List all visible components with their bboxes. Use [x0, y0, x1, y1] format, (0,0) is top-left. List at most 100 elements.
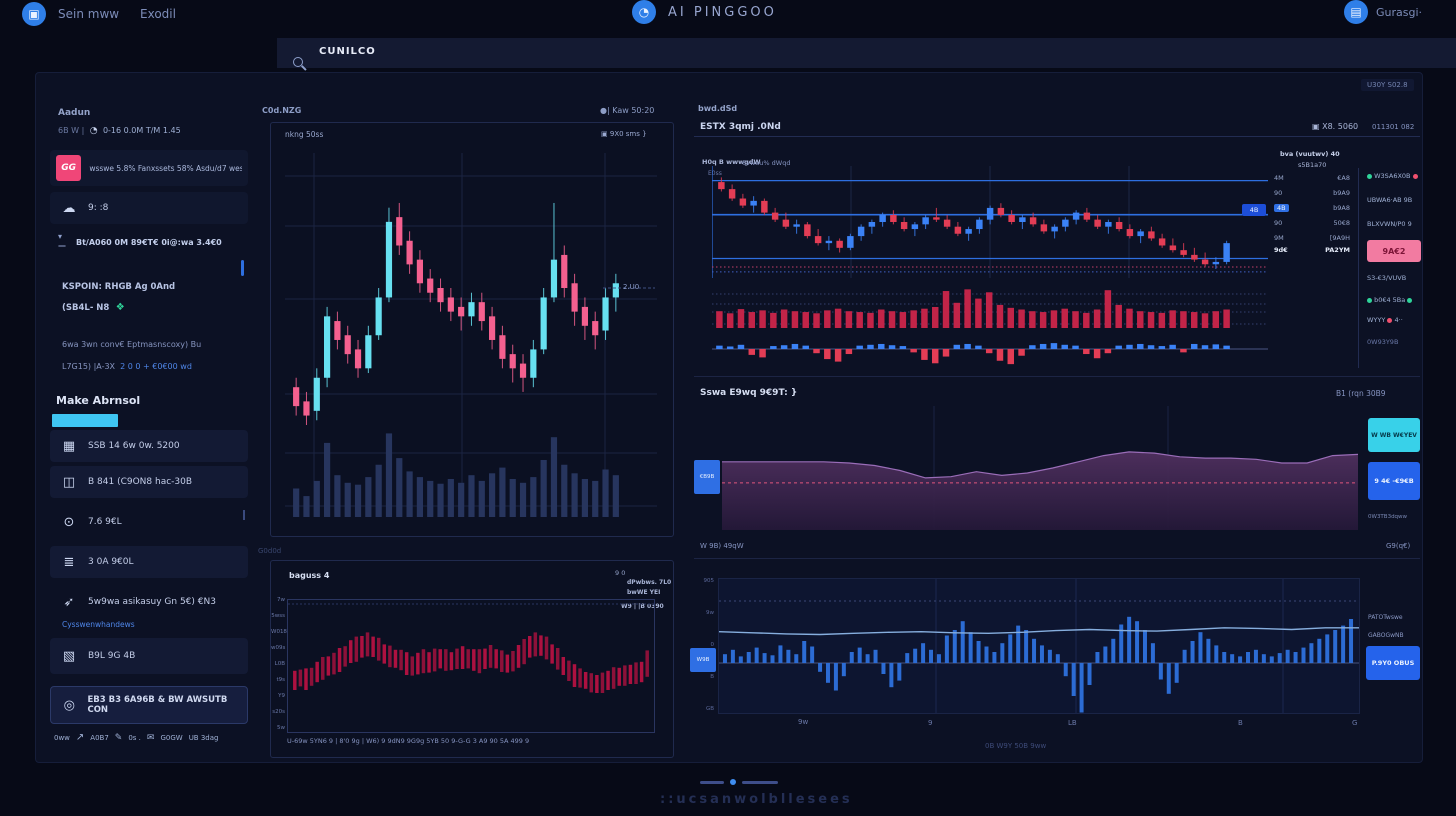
footer-item-1[interactable]: 0ww — [54, 734, 70, 742]
alert-text: wsswe 5.8% Fanxssets 58% Asdu/d7 wes. — [89, 164, 242, 173]
header-bar: ▣ Sein mww Exodil ◔ AI PINGGOO ▤ Gurasgi… — [0, 0, 1456, 28]
rm-cyan-button[interactable]: W WB W€YEV — [1368, 418, 1420, 452]
green-dot-icon — [1367, 174, 1372, 179]
nav-item-2[interactable]: Exodil — [140, 7, 176, 21]
building-icon: ▦ — [60, 439, 78, 454]
rt-price-scale: 4M€A8 90b9A9 4Bb9A8 9050€8 9M[9A9H 9d€PA… — [1274, 174, 1350, 254]
sidebar-item-image[interactable]: ▧ B9L 9G 4B — [50, 638, 248, 674]
mid-osc-right-3: bwWE YEI — [627, 589, 660, 596]
camera-icon: ▣ — [601, 130, 608, 138]
rm-right-label: B1 (rqn 30B9 — [1336, 389, 1386, 398]
rt-scale-header-2: s5B1a70 — [1298, 161, 1326, 169]
mid-candlestick-chart[interactable] — [285, 143, 657, 521]
rocket-icon: ➶ — [60, 595, 78, 610]
expander-label: Bt/A060 0M 89€T€ 0i@:wa 3.4€0 — [76, 232, 222, 250]
footer-item-2[interactable]: A0B7 — [90, 734, 109, 742]
rt-legend: W3SA6X0B UBWA6·AB 9B BLXVWN/P0 9 9A€2 S3… — [1358, 168, 1429, 368]
sidebar-section-label: Aadun — [58, 108, 90, 118]
rm-left-chip[interactable]: €B9B — [694, 460, 720, 494]
rt-histogram-chart[interactable] — [712, 286, 1268, 330]
green-dot-icon — [1367, 298, 1372, 303]
play-icon: ●| — [600, 106, 610, 115]
sidebar-item-rocket[interactable]: ➶ 5w9wa asikasuy Gn 5€) €N3 — [50, 586, 248, 618]
sidebar-line-2: (SB4L- N8 ❖ — [62, 302, 125, 313]
rb-right-text-1: PATOTwswe — [1368, 614, 1403, 621]
rb-xlabel-4: B — [1238, 719, 1243, 727]
rt-chart-region: H0q B wwwgdW 6vwau% dWqd E0ss bva (vuutw… — [694, 138, 1420, 370]
rm-divider — [694, 376, 1420, 377]
footer-item-4[interactable]: G0GW — [160, 734, 182, 742]
clock-icon: ◔ — [87, 126, 101, 136]
cloud-label: 9: :8 — [88, 203, 108, 213]
rm-title: Sswa E9wq 9€9T: } — [700, 388, 797, 398]
rb-right-text-2: GABOGwNB — [1368, 632, 1404, 639]
cloud-icon: ☁ — [60, 201, 78, 216]
nav-item-right[interactable]: Gurasgi· — [1376, 6, 1422, 19]
power-icon: ⊙ — [60, 515, 78, 530]
trend-icon: ↗ — [76, 732, 84, 743]
sidebar-cloud-row[interactable]: ☁ 9: :8 — [50, 192, 248, 224]
rb-yaxis: 9059w 0B GB — [698, 578, 714, 712]
rt-candlestick-chart[interactable] — [712, 166, 1268, 278]
sidebar-link[interactable]: Cysswenwhandews — [62, 620, 135, 629]
shield-icon: ❖ — [112, 302, 124, 313]
nav-item-1[interactable]: Sein mww — [58, 7, 119, 21]
compass-icon: ◎ — [61, 698, 77, 713]
briefcase-icon[interactable]: ▣ — [22, 2, 46, 26]
rm-small-right: 0W3TB3dqww — [1368, 514, 1407, 520]
carousel-dots[interactable] — [700, 779, 780, 785]
red-dot-icon — [1387, 318, 1392, 323]
sidebar-item-building[interactable]: ▦ SSB 14 6w 0w. 5200 — [50, 430, 248, 462]
rt-mid-price-chip: 4B — [1242, 204, 1266, 216]
mid-osc-xaxis: U-69w 5YN6 9 | 8'0 9g | W6) 9 9dN9 9G9g … — [287, 737, 657, 745]
rt-pink-button[interactable]: 9A€2 — [1367, 240, 1421, 262]
search-input[interactable]: CUNILCO — [319, 46, 376, 57]
mid-oscillator-chart[interactable] — [287, 599, 655, 733]
sidebar-stats-row: 6B W | ◔ 0-16 0.0M T/M 1.45 — [58, 126, 181, 136]
sidebar-item-power[interactable]: ⊙ 7.6 9€L — [50, 506, 248, 538]
make-manual-header: Make Abrnsol — [56, 394, 140, 407]
rt-divider — [694, 136, 1420, 137]
mid-osc-right-1: 9 0 — [615, 569, 625, 577]
carousel-dot-active[interactable] — [730, 779, 736, 785]
sidebar-item-globe[interactable]: ◎ EB3 B3 6A96B & BW AWSUTB CON — [50, 686, 248, 724]
mid-top-title: C0d.NZG — [262, 106, 301, 115]
mid-between-label: G0d0d — [258, 547, 281, 555]
scrollbar-thumb[interactable] — [241, 260, 244, 276]
rm-area-chart[interactable] — [722, 406, 1358, 530]
green-dot-icon — [1407, 298, 1412, 303]
rb-caption: 0B W9Y 50B 9ww — [985, 742, 1046, 750]
search-icon — [293, 57, 303, 67]
sidebar-link-inline[interactable]: 2 0 0 + €0€00 wd — [120, 362, 192, 371]
rb-blue-button[interactable]: P.9Y0 OBUS — [1366, 646, 1420, 680]
rb-bars-chart[interactable] — [718, 578, 1360, 714]
layers-icon: ≣ — [60, 555, 78, 570]
sidebar-alert-row[interactable]: GG wsswe 5.8% Fanxssets 58% Asdu/d7 wes. — [50, 150, 248, 186]
rt-scale-chip: 4B — [1274, 204, 1289, 212]
red-dot-icon — [1413, 174, 1418, 179]
rm-blue-button[interactable]: 9 4€ -€9€B — [1368, 462, 1420, 500]
rb-divider — [694, 558, 1420, 559]
carousel-dash-2[interactable] — [742, 781, 778, 784]
carousel-dash-1[interactable] — [700, 781, 724, 784]
mid-top-right-label: ●| Kaw 50:20 — [600, 106, 654, 115]
footer-item-3[interactable]: 0s . — [128, 734, 141, 742]
progress-bar[interactable] — [52, 414, 118, 427]
mid-oscillator-card: baguss 4 9 0 dPwbws. 7L0 bwWE YEI W9 | |… — [270, 560, 674, 758]
sidebar-item-layers[interactable]: ≣ 3 0A 9€0L — [50, 546, 248, 578]
sidebar: Aadun 6B W | ◔ 0-16 0.0M T/M 1.45 GG wss… — [50, 100, 248, 755]
gg-badge: GG — [56, 155, 81, 181]
logo-icon: ◔ — [632, 0, 656, 24]
mid-candlestick-card: nkng 50ss ▣ 9X0 sms } 2.U0 — [270, 122, 674, 537]
sidebar-item-bank[interactable]: ◫ B 841 (C9ON8 hac-30B — [50, 466, 248, 498]
scrollbar-tick[interactable] — [243, 510, 245, 520]
profile-icon[interactable]: ▤ — [1344, 0, 1368, 24]
calendar-icon: ▣ — [1312, 122, 1320, 131]
footer-item-5[interactable]: UB 3dag — [189, 734, 219, 742]
rt-osc-chart[interactable] — [712, 332, 1268, 366]
rm-bottom-right: G9(q€) — [1386, 542, 1410, 550]
rb-left-chip[interactable]: W9B — [690, 648, 716, 672]
chat-icon: ✉ — [147, 733, 155, 743]
search-bar[interactable]: CUNILCO — [277, 38, 1456, 68]
sidebar-expander[interactable]: ▾— Bt/A060 0M 89€T€ 0i@:wa 3.4€0 — [58, 232, 248, 250]
